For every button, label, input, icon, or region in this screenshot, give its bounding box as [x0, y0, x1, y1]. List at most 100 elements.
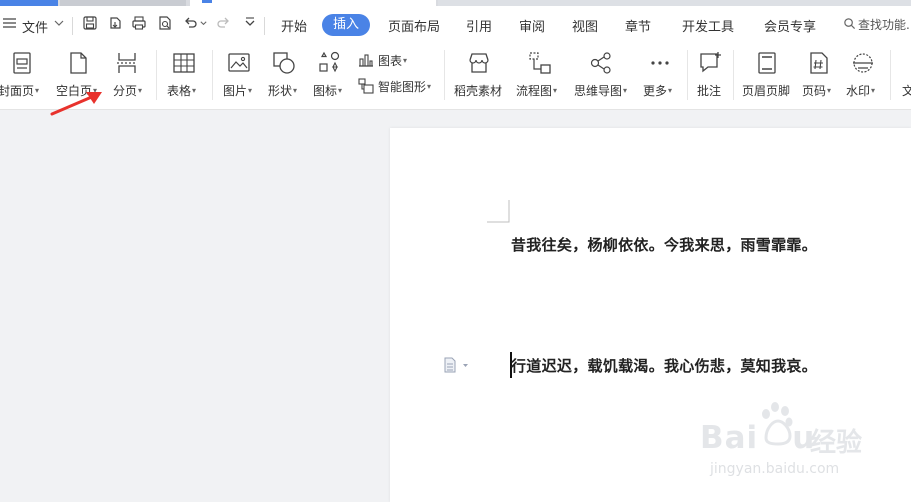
page-break-button[interactable]: 分页▾	[110, 48, 150, 104]
smart-art-button[interactable]: 智能图形▾	[357, 76, 439, 96]
chart-button[interactable]: 图表▾	[357, 50, 417, 70]
table-button[interactable]: 表格▾	[166, 48, 204, 104]
menu-bar: 文件 开始 插入 页面布局 引用 审阅 视图 章节 开发工具 会员专享 查找功能…	[0, 6, 911, 44]
watermark-url: jingyan.baidu.com	[710, 461, 840, 477]
search-icon[interactable]	[843, 17, 856, 30]
print-icon[interactable]	[131, 15, 147, 31]
page-number-icon	[810, 52, 828, 74]
icon-label: 图标	[313, 84, 338, 98]
icon-library-icon	[319, 51, 340, 73]
watermark-icon	[853, 53, 873, 73]
ribbon-insert: 封面页▾ 空白页▾ 分页▾ 表格▾ 图片▾ 形状▾ 图标▾ 图表▾ 智能图形▾ …	[0, 44, 911, 110]
shape-label: 形状	[268, 84, 293, 98]
dropdown-caret-icon: ▾	[427, 82, 432, 91]
watermark-label: 水印	[846, 84, 871, 98]
search-command-input[interactable]: 查找功能...	[858, 16, 911, 33]
hamburger-menu-icon[interactable]	[2, 15, 18, 31]
divider	[72, 17, 73, 35]
cover-page-button[interactable]: 封面页▾	[0, 48, 46, 104]
dropdown-caret-icon: ▾	[403, 56, 408, 65]
material-button[interactable]: 稻壳素材	[452, 48, 506, 104]
watermark-brand: Bai	[700, 420, 759, 456]
page-break-icon	[117, 53, 137, 73]
cover-page-label: 封面页	[0, 84, 35, 98]
chart-label: 图表	[378, 54, 403, 68]
tab-page-layout[interactable]: 页面布局	[388, 16, 440, 35]
flowchart-button[interactable]: 流程图▾	[514, 48, 566, 104]
shape-icon	[273, 52, 295, 74]
dropdown-caret-icon: ▾	[871, 86, 876, 95]
divider	[444, 50, 445, 100]
mindmap-icon	[590, 52, 611, 74]
watermark-cn: 经验	[810, 428, 863, 458]
header-footer-icon	[758, 52, 776, 74]
dropdown-caret-icon: ▾	[293, 86, 298, 95]
divider	[890, 50, 891, 100]
dropdown-caret-icon: ▾	[553, 86, 558, 95]
header-footer-button[interactable]: 页眉页脚	[740, 48, 794, 104]
more-button[interactable]: 更多▾	[641, 48, 681, 104]
more-label: 更多	[643, 84, 668, 98]
tab-member[interactable]: 会员专享	[764, 16, 816, 35]
tab-chapter[interactable]: 章节	[625, 16, 651, 35]
divider	[733, 50, 734, 100]
chevron-down-icon[interactable]	[53, 17, 65, 29]
export-icon[interactable]	[107, 15, 123, 31]
dropdown-caret-icon: ▾	[827, 86, 832, 95]
page-number-label: 页码	[802, 84, 827, 98]
store-icon	[469, 53, 489, 73]
save-icon[interactable]	[82, 15, 98, 31]
bar-chart-icon	[359, 54, 373, 67]
shape-button[interactable]: 形状▾	[266, 48, 306, 104]
dropdown-caret-icon: ▾	[35, 86, 40, 95]
dropdown-caret-icon: ▾	[138, 86, 143, 95]
dropdown-caret-icon: ▾	[192, 86, 197, 95]
annotation-arrow-icon	[50, 92, 102, 116]
divider	[264, 17, 265, 35]
customize-toolbar-icon[interactable]	[242, 15, 258, 31]
table-label: 表格	[167, 84, 192, 98]
picture-icon	[228, 53, 250, 72]
document-paragraph-2[interactable]: 行道迟迟，载饥载渴。我心伤悲，莫知我哀。	[511, 355, 817, 376]
cover-page-icon	[13, 52, 31, 74]
paragraph-handle-icon[interactable]	[443, 357, 471, 373]
print-preview-icon[interactable]	[157, 15, 173, 31]
mindmap-label: 思维导图	[574, 84, 623, 98]
smart-art-icon	[358, 78, 374, 94]
tab-start[interactable]: 开始	[281, 16, 307, 35]
page-number-button[interactable]: 页码▾	[800, 48, 838, 104]
divider	[156, 50, 157, 100]
dropdown-caret-icon: ▾	[668, 86, 673, 95]
text-box-button[interactable]: 文	[896, 48, 911, 104]
page-margin-corner-mark	[487, 200, 510, 223]
comment-button[interactable]: 批注	[694, 48, 728, 104]
dropdown-caret-icon: ▾	[338, 86, 343, 95]
dropdown-caret-icon: ▾	[623, 86, 628, 95]
picture-label: 图片	[223, 84, 248, 98]
material-label: 稻壳素材	[454, 84, 503, 98]
tab-developer-tools[interactable]: 开发工具	[682, 16, 734, 35]
icon-button[interactable]: 图标▾	[312, 48, 350, 104]
picture-button[interactable]: 图片▾	[222, 48, 260, 104]
page-break-label: 分页	[113, 84, 138, 98]
undo-icon[interactable]	[182, 15, 198, 31]
divider	[212, 50, 213, 100]
tab-view[interactable]: 视图	[572, 16, 598, 35]
mindmap-button[interactable]: 思维导图▾	[572, 48, 634, 104]
redo-icon[interactable]	[216, 15, 232, 31]
tab-references[interactable]: 引用	[466, 16, 492, 35]
watermark-button[interactable]: 水印▾	[844, 48, 884, 104]
flowchart-label: 流程图	[516, 84, 553, 98]
flowchart-icon	[529, 52, 551, 74]
tab-insert[interactable]: 插入	[322, 14, 371, 36]
document-paragraph-1[interactable]: 昔我往矣，杨柳依依。今我来思，雨雪霏霏。	[511, 234, 817, 255]
undo-dropdown-icon[interactable]	[199, 19, 208, 28]
comment-label: 批注	[697, 84, 722, 98]
blank-page-icon	[70, 52, 87, 74]
tab-review[interactable]: 审阅	[519, 16, 545, 35]
more-dots-icon	[651, 61, 669, 65]
text-box-label: 文	[902, 84, 911, 98]
header-footer-label: 页眉页脚	[742, 84, 791, 98]
baidu-jingyan-watermark: Bai u 经验 jingyan.baidu.com	[698, 400, 898, 490]
file-menu[interactable]: 文件	[22, 17, 48, 36]
